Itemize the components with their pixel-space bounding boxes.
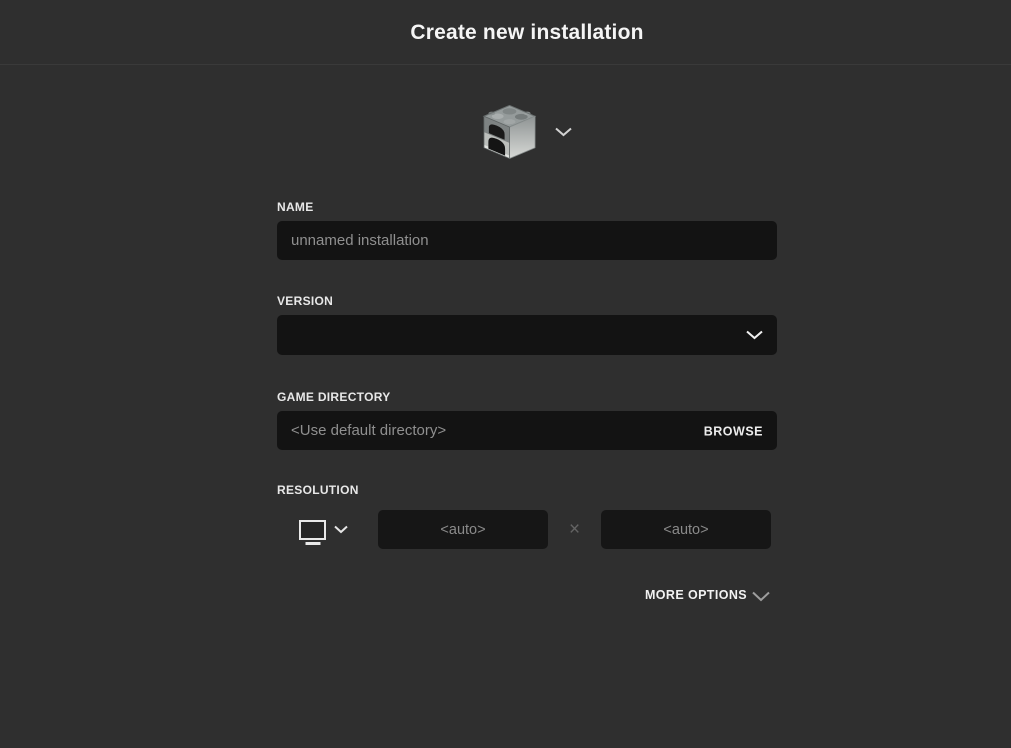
name-field-group: NAME	[277, 200, 777, 260]
resolution-separator: ×	[568, 519, 581, 540]
version-field-group: VERSION	[277, 294, 777, 355]
furnace-block-icon	[482, 103, 537, 161]
version-chevron-down-icon	[746, 330, 763, 340]
game-directory-field-group: GAME DIRECTORY BROWSE	[277, 390, 777, 450]
resolution-width-input[interactable]	[378, 510, 548, 549]
page-title: Create new installation	[410, 20, 644, 44]
game-directory-input-wrap: BROWSE	[277, 411, 777, 450]
resolution-chevron-down-icon	[334, 525, 348, 534]
version-select[interactable]	[277, 315, 777, 355]
monitor-icon	[299, 519, 326, 540]
more-options-chevron-down-icon	[752, 589, 770, 602]
icon-picker-chevron-down-icon	[555, 127, 572, 137]
name-label: NAME	[277, 200, 314, 214]
resolution-height-input[interactable]	[601, 510, 771, 549]
more-options-button[interactable]: MORE OPTIONS	[277, 588, 777, 602]
dialog-header: Create new installation	[0, 0, 1011, 65]
resolution-label: RESOLUTION	[277, 483, 359, 497]
game-directory-input[interactable]	[277, 411, 777, 450]
resolution-row: ×	[277, 510, 777, 549]
resolution-field-group: RESOLUTION ×	[277, 483, 777, 549]
browse-button[interactable]: BROWSE	[704, 424, 763, 438]
version-label: VERSION	[277, 294, 334, 308]
installation-icon-picker[interactable]	[277, 103, 777, 161]
name-input[interactable]	[277, 221, 777, 260]
more-options-label: MORE OPTIONS	[644, 588, 747, 602]
create-installation-form: NAME VERSION GAME DIRECTORY BROWSE RESOL…	[277, 103, 777, 602]
resolution-preset-dropdown[interactable]	[299, 519, 348, 540]
game-directory-label: GAME DIRECTORY	[277, 390, 391, 404]
